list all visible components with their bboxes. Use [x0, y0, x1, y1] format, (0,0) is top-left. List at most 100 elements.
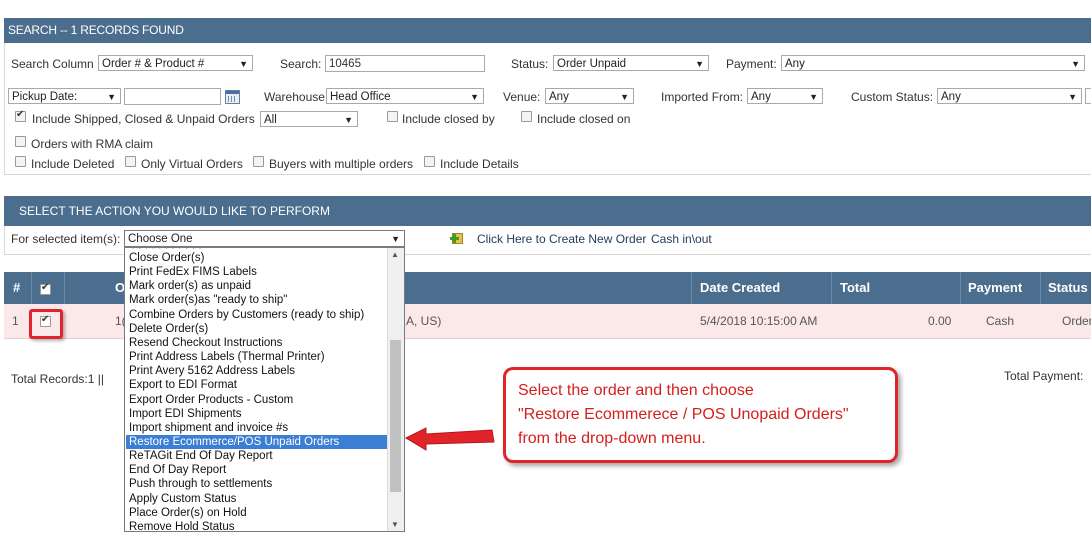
row-num: 1: [12, 314, 19, 328]
dropdown-scrollbar[interactable]: ▲ ▼: [387, 248, 404, 531]
payment-select[interactable]: Any ▼: [781, 55, 1085, 71]
chevron-down-icon: ▼: [344, 115, 353, 125]
chevron-down-icon: ▼: [1071, 59, 1080, 69]
include-details-label: Include Details: [440, 157, 519, 171]
payment-value: Any: [785, 58, 805, 70]
row-date-created: 5/4/2018 10:15:00 AM: [700, 314, 818, 328]
dropdown-item[interactable]: Restore Ecommerce/POS Unpaid Orders: [126, 434, 391, 449]
col-date-created-header[interactable]: Date Created: [700, 272, 780, 304]
dropdown-item[interactable]: Import EDI Shipments: [129, 407, 241, 421]
extra-select[interactable]: [1085, 88, 1091, 104]
scroll-up-icon[interactable]: ▲: [391, 250, 399, 259]
row-payment: Cash: [986, 314, 1015, 328]
dropdown-item[interactable]: Apply Custom Status: [129, 492, 236, 506]
include-deleted-checkbox[interactable]: [15, 156, 26, 167]
warehouse-value: Head Office: [330, 91, 391, 103]
search-column-label: Search Column: [11, 57, 94, 71]
for-selected-label: For selected item(s):: [11, 232, 121, 246]
col-num-header[interactable]: #: [13, 272, 20, 304]
dropdown-item[interactable]: Print Address Labels (Thermal Printer): [129, 350, 325, 364]
dropdown-item[interactable]: Delete Order(s): [129, 322, 208, 336]
pickup-date-select[interactable]: Pickup Date: ▼: [8, 88, 121, 104]
dropdown-item[interactable]: Resend Checkout Instructions: [129, 336, 282, 350]
orders-rma-label: Orders with RMA claim: [31, 137, 154, 151]
only-virtual-label: Only Virtual Orders: [141, 157, 243, 171]
total-records: Total Records:1 ||: [11, 372, 104, 386]
col-status-header[interactable]: Status: [1048, 272, 1088, 304]
search-column-select[interactable]: Order # & Product # ▼: [98, 55, 253, 71]
scroll-down-icon[interactable]: ▼: [391, 520, 399, 529]
dropdown-item[interactable]: Export Order Products - Custom: [129, 393, 293, 407]
venue-label: Venue:: [503, 90, 541, 104]
search-column-value: Order # & Product #: [102, 58, 205, 70]
payment-label: Payment:: [726, 57, 777, 71]
orders-rma-checkbox[interactable]: [15, 136, 26, 147]
dropdown-item[interactable]: ReTAGit End Of Day Report: [129, 449, 273, 463]
pickup-date-input[interactable]: [124, 88, 221, 105]
status-select[interactable]: Order Unpaid ▼: [553, 55, 709, 71]
include-shipped-label: Include Shipped, Closed & Unpaid Orders: [32, 112, 255, 126]
callout-line-2: "Restore Ecommerece / POS Unopaid Orders…: [518, 406, 849, 423]
search-input[interactable]: 10465: [325, 55, 485, 72]
include-details-checkbox[interactable]: [424, 156, 435, 167]
action-panel-header: SELECT THE ACTION YOU WOULD LIKE TO PERF…: [4, 196, 1091, 226]
chevron-down-icon: ▼: [470, 92, 479, 102]
dropdown-item[interactable]: Place Order(s) on Hold: [129, 506, 247, 520]
checkbox-highlight-box: [29, 309, 63, 339]
action-panel-title: SELECT THE ACTION YOU WOULD LIKE TO PERF…: [19, 204, 330, 218]
custom-status-value: Any: [941, 91, 961, 103]
action-dropdown-list[interactable]: '· · · · · · · · · · · Close Order(s) Pri…: [124, 247, 405, 532]
search-input-value: 10465: [329, 58, 361, 70]
dropdown-item[interactable]: Export to EDI Format: [129, 378, 237, 392]
cash-in-out-link[interactable]: Cash in\out: [651, 232, 712, 246]
row-total: 0.00: [928, 314, 952, 328]
custom-status-select[interactable]: Any ▼: [937, 88, 1082, 104]
include-closed-on-label: Include closed on: [537, 112, 631, 126]
custom-status-label: Custom Status:: [851, 90, 934, 104]
dropdown-item[interactable]: Close Order(s): [129, 251, 204, 265]
callout-line-1: Select the order and then choose: [518, 382, 754, 399]
only-virtual-checkbox[interactable]: [125, 156, 136, 167]
dropdown-item[interactable]: Print FedEx FIMS Labels: [129, 265, 257, 279]
include-shipped-checkbox[interactable]: [15, 109, 26, 122]
buyers-multiple-label: Buyers with multiple orders: [269, 157, 414, 171]
venue-select[interactable]: Any ▼: [545, 88, 634, 104]
action-select[interactable]: Choose One ▼: [124, 230, 405, 247]
buyers-multiple-checkbox[interactable]: [253, 156, 264, 167]
callout-line-3: from the drop-down menu.: [518, 430, 706, 447]
warehouse-select[interactable]: Head Office ▼: [326, 88, 484, 104]
include-closed-by-checkbox[interactable]: [387, 111, 398, 122]
include-closed-by-label: Include closed by: [402, 112, 495, 126]
imported-from-select[interactable]: Any ▼: [747, 88, 823, 104]
chevron-down-icon: ▼: [239, 59, 248, 69]
col-total-header[interactable]: Total: [840, 272, 870, 304]
col-payment-header[interactable]: Payment: [968, 272, 1022, 304]
status-value: Order Unpaid: [557, 58, 627, 70]
total-payments: Total Payment:: [1004, 369, 1084, 383]
search-panel-header: SEARCH -- 1 RECORDS FOUND: [4, 18, 1091, 43]
create-order-link[interactable]: Click Here to Create New Order: [477, 232, 646, 246]
venue-value: Any: [549, 91, 569, 103]
select-all-checkbox[interactable]: [40, 282, 51, 295]
scrollbar-thumb[interactable]: [390, 340, 401, 492]
dropdown-item[interactable]: Mark order(s) as unpaid: [129, 279, 251, 293]
add-order-icon[interactable]: [450, 232, 464, 245]
search-label: Search:: [280, 57, 322, 71]
include-closed-on-checkbox[interactable]: [521, 111, 532, 122]
dropdown-item[interactable]: Mark order(s)as "ready to ship": [129, 293, 287, 307]
row-status: Order: [1062, 314, 1091, 328]
dropdown-item[interactable]: Push through to settlements: [129, 477, 272, 491]
chevron-down-icon: ▼: [391, 234, 400, 244]
action-select-value: Choose One: [128, 233, 193, 245]
chevron-down-icon: ▼: [620, 92, 629, 102]
calendar-icon[interactable]: [225, 90, 240, 104]
dropdown-item[interactable]: Combine Orders by Customers (ready to sh…: [129, 308, 364, 322]
dropdown-item[interactable]: Print Avery 5162 Address Labels: [129, 364, 295, 378]
chevron-down-icon: ▼: [1068, 92, 1077, 102]
dropdown-item[interactable]: Remove Hold Status: [129, 520, 234, 531]
include-shipped-select[interactable]: All ▼: [260, 111, 358, 127]
dropdown-item[interactable]: End Of Day Report: [129, 463, 226, 477]
dropdown-item[interactable]: Import shipment and invoice #s: [129, 421, 288, 435]
instruction-callout: Select the order and then choose "Restor…: [503, 367, 898, 463]
search-panel-title: SEARCH -- 1 RECORDS FOUND: [8, 23, 184, 37]
